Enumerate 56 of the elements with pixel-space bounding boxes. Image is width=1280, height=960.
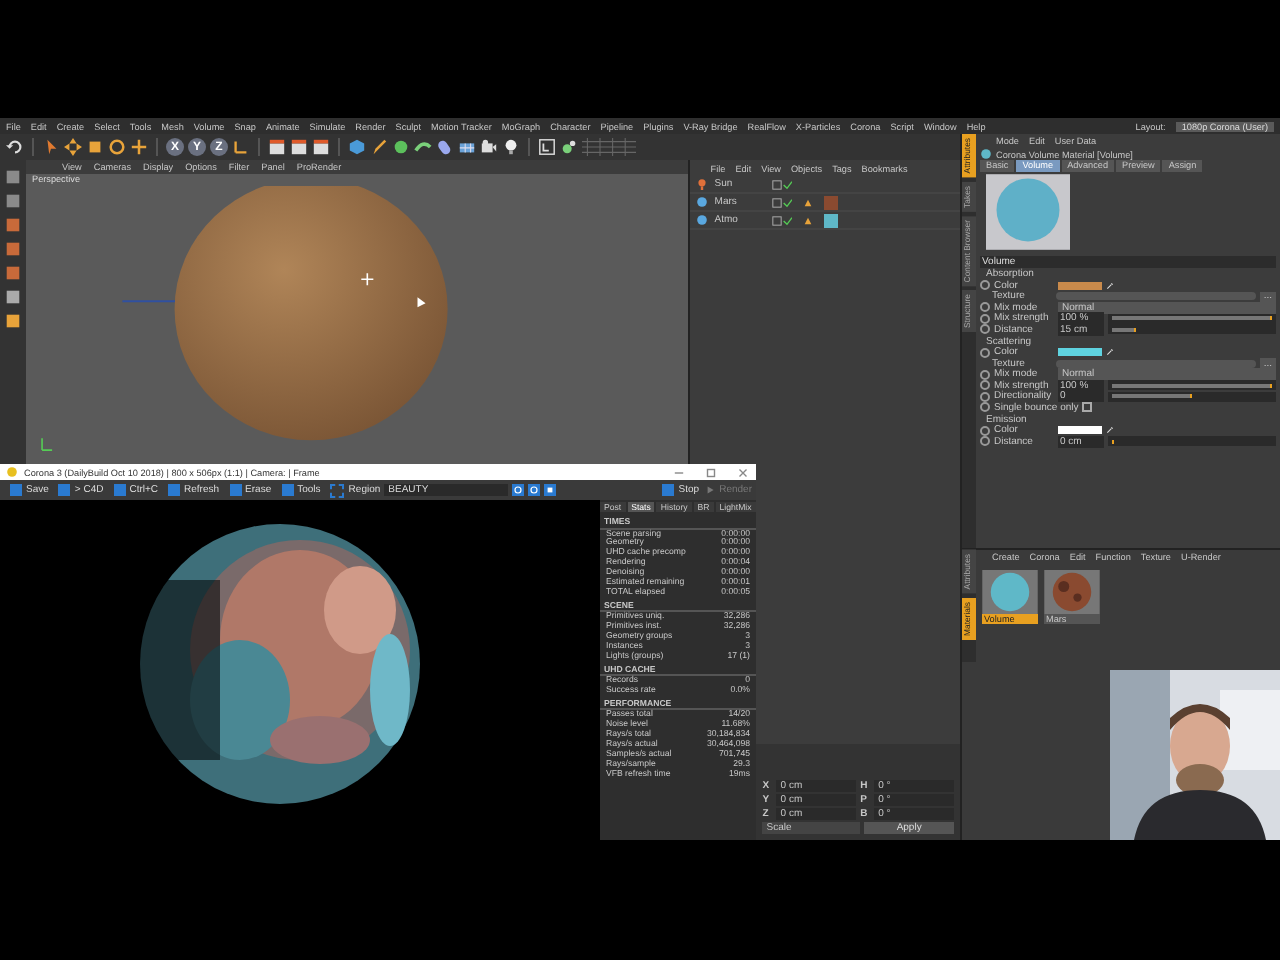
axis-gizmo-icon [41,437,53,451]
corona-logo-icon [6,466,18,478]
material-tag[interactable] [824,213,839,227]
color-swatch[interactable] [1058,281,1102,290]
cursor-icon[interactable] [42,138,60,156]
pen-icon[interactable] [370,138,388,156]
slider-track[interactable] [1108,436,1276,447]
color-swatch[interactable] [1058,426,1102,435]
checkbox[interactable] [1082,402,1093,413]
tool-icon [113,484,126,496]
eyedropper-icon[interactable] [1106,281,1114,290]
tool-icon [281,484,294,496]
cube-icon[interactable] [348,138,366,156]
maximize-icon[interactable] [704,465,718,479]
stop-icon [662,484,675,496]
undo-icon[interactable] [6,138,24,156]
tool-icon [10,484,22,496]
floor-icon[interactable] [458,138,476,156]
material-preview [986,174,1070,250]
light-bulb-icon[interactable] [502,138,520,156]
zoom-out-icon[interactable] [528,484,541,496]
texture-field[interactable] [1056,292,1256,301]
coordinate-icon[interactable] [232,138,250,156]
fit-icon[interactable] [544,484,557,496]
clapper-icon[interactable] [290,138,308,156]
region-icon [330,483,345,497]
eyedropper-icon[interactable] [1106,348,1114,357]
mouse-cursor-icon [417,297,426,308]
tool-icon [168,484,181,496]
material-icon [980,148,992,160]
crosshair-icon [360,272,375,287]
plus-icon[interactable] [130,138,148,156]
capsule-icon[interactable] [436,138,454,156]
tool-icon [58,484,71,496]
visibility-icon[interactable] [772,179,793,189]
rotate-icon[interactable] [108,138,126,156]
scale-icon[interactable] [86,138,104,156]
color-swatch[interactable] [1058,348,1102,357]
play-icon [703,484,716,496]
clapper-icon[interactable] [312,138,330,156]
clapper-icon[interactable] [268,138,286,156]
slider-track[interactable] [1108,380,1276,391]
zoom-in-icon[interactable] [512,484,525,496]
slider-track[interactable] [1108,391,1276,402]
visibility-icon[interactable] [772,215,793,225]
close-icon[interactable] [736,465,750,479]
tool-icon [229,484,242,496]
camera-icon[interactable] [480,138,498,156]
texture-field[interactable] [1056,359,1256,368]
snap-icon[interactable] [538,138,556,156]
light-icon [696,178,709,190]
slider-track[interactable] [1108,324,1276,335]
move-icon[interactable] [64,138,82,156]
eyedropper-icon[interactable] [1106,426,1114,435]
slider-track[interactable] [1108,313,1276,324]
visibility-icon[interactable] [772,197,793,207]
